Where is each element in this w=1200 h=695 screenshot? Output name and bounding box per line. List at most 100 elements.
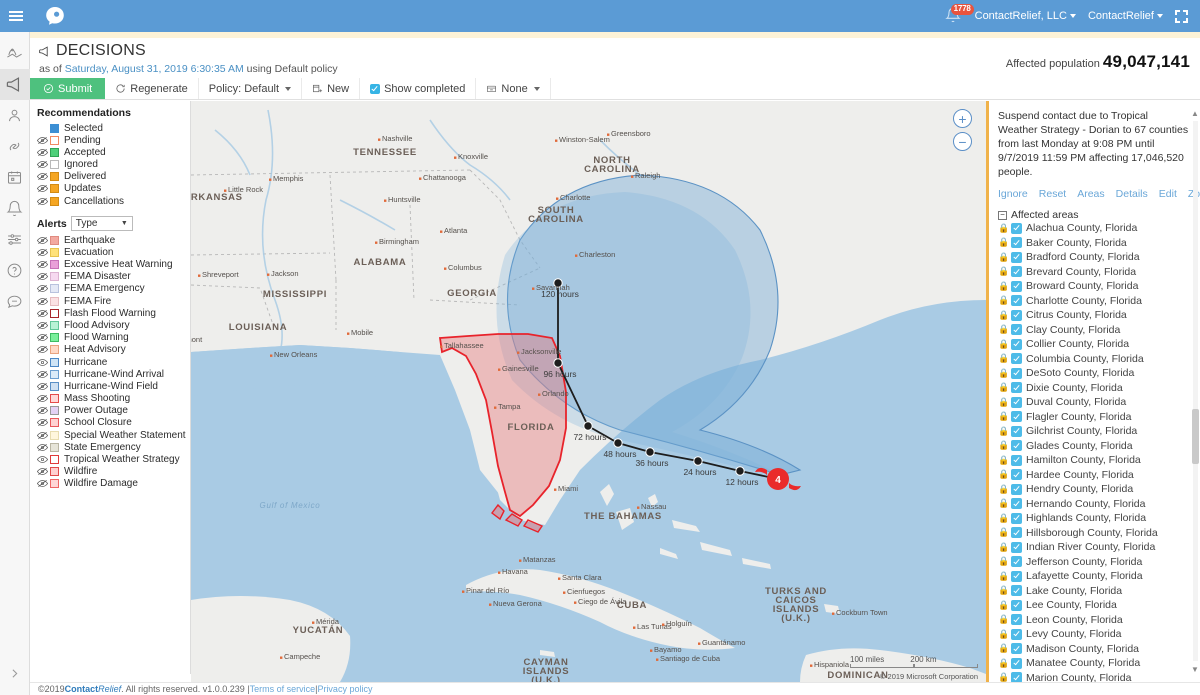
- show-completed-checkbox[interactable]: [370, 83, 381, 94]
- county-checkbox[interactable]: [1011, 570, 1022, 582]
- county-checkbox[interactable]: [1011, 280, 1022, 292]
- county-row[interactable]: 🔒 Lee County, Florida: [998, 598, 1190, 613]
- county-row[interactable]: 🔒 Dixie County, Florida: [998, 381, 1190, 396]
- county-checkbox[interactable]: [1011, 222, 1022, 234]
- subtitle-date-link[interactable]: Saturday, August 31, 2019 6:30:35 AM: [65, 63, 244, 75]
- expand-icon[interactable]: [1175, 9, 1188, 23]
- visibility-toggle-icon[interactable]: [37, 406, 50, 415]
- none-dropdown[interactable]: None: [476, 78, 551, 99]
- county-row[interactable]: 🔒 Levy County, Florida: [998, 627, 1190, 642]
- county-row[interactable]: 🔒 Madison County, Florida: [998, 642, 1190, 657]
- county-checkbox[interactable]: [1011, 382, 1022, 394]
- county-row[interactable]: 🔒 Clay County, Florida: [998, 323, 1190, 338]
- recommendation-row[interactable]: Selected: [37, 122, 190, 134]
- county-row[interactable]: 🔒 Hernando County, Florida: [998, 497, 1190, 512]
- county-checkbox[interactable]: [1011, 483, 1022, 495]
- county-row[interactable]: 🔒 Duval County, Florida: [998, 395, 1190, 410]
- visibility-toggle-icon[interactable]: [37, 236, 50, 245]
- county-row[interactable]: 🔒 Flagler County, Florida: [998, 410, 1190, 425]
- recommendation-row[interactable]: Delivered: [37, 171, 190, 183]
- county-row[interactable]: 🔒 Indian River County, Florida: [998, 540, 1190, 555]
- county-row[interactable]: 🔒 Manatee County, Florida: [998, 656, 1190, 671]
- visibility-toggle-icon[interactable]: [37, 197, 50, 206]
- track-point[interactable]: [613, 438, 623, 448]
- county-checkbox[interactable]: [1011, 556, 1022, 568]
- action-link-edit[interactable]: Edit: [1159, 188, 1177, 200]
- zoom-out-button[interactable]: −: [953, 132, 972, 151]
- sidebar-item-map[interactable]: [0, 38, 30, 69]
- visibility-toggle-icon[interactable]: [37, 345, 50, 354]
- visibility-toggle-icon[interactable]: [37, 333, 50, 342]
- recommendation-row[interactable]: Accepted: [37, 146, 190, 158]
- alert-row[interactable]: Evacuation: [37, 246, 190, 258]
- county-checkbox[interactable]: [1011, 643, 1022, 655]
- county-row[interactable]: 🔒 Lake County, Florida: [998, 584, 1190, 599]
- visibility-toggle-icon[interactable]: [37, 184, 50, 193]
- county-row[interactable]: 🔒 Highlands County, Florida: [998, 511, 1190, 526]
- county-row[interactable]: 🔒 Hardee County, Florida: [998, 468, 1190, 483]
- county-checkbox[interactable]: [1011, 425, 1022, 437]
- alert-row[interactable]: Flood Advisory: [37, 319, 190, 331]
- county-checkbox[interactable]: [1011, 614, 1022, 626]
- county-row[interactable]: 🔒 DeSoto County, Florida: [998, 366, 1190, 381]
- user-menu[interactable]: ContactRelief: [1088, 10, 1163, 22]
- track-point[interactable]: [583, 421, 593, 431]
- county-checkbox[interactable]: [1011, 237, 1022, 249]
- track-point[interactable]: [693, 456, 703, 466]
- county-checkbox[interactable]: [1011, 454, 1022, 466]
- county-row[interactable]: 🔒 Hillsborough County, Florida: [998, 526, 1190, 541]
- org-selector[interactable]: ContactRelief, LLC: [975, 10, 1076, 22]
- county-checkbox[interactable]: [1011, 585, 1022, 597]
- sidebar-item-contacts[interactable]: [0, 100, 30, 131]
- visibility-toggle-icon[interactable]: [37, 467, 50, 476]
- county-row[interactable]: 🔒 Charlotte County, Florida: [998, 294, 1190, 309]
- alerts-type-filter[interactable]: Type ▼: [70, 216, 133, 232]
- visibility-toggle-icon[interactable]: [37, 136, 50, 145]
- visibility-toggle-icon[interactable]: [37, 479, 50, 488]
- visibility-toggle-icon[interactable]: [37, 309, 50, 318]
- track-point[interactable]: [645, 447, 655, 457]
- affected-areas-header[interactable]: − Affected areas: [998, 209, 1190, 221]
- submit-button[interactable]: Submit: [30, 78, 106, 99]
- county-row[interactable]: 🔒 Citrus County, Florida: [998, 308, 1190, 323]
- visibility-toggle-icon[interactable]: [37, 297, 50, 306]
- county-checkbox[interactable]: [1011, 396, 1022, 408]
- action-link-details[interactable]: Details: [1116, 188, 1148, 200]
- alert-row[interactable]: Mass Shooting: [37, 393, 190, 405]
- visibility-toggle-icon[interactable]: [37, 260, 50, 269]
- panel-scrollbar[interactable]: ▲ ▼: [1191, 109, 1199, 674]
- county-checkbox[interactable]: [1011, 498, 1022, 510]
- county-row[interactable]: 🔒 Broward County, Florida: [998, 279, 1190, 294]
- county-checkbox[interactable]: [1011, 527, 1022, 539]
- regenerate-button[interactable]: Regenerate: [105, 78, 199, 99]
- action-link-ignore[interactable]: Ignore: [998, 188, 1028, 200]
- terms-link[interactable]: Terms of service: [250, 684, 316, 694]
- action-link-areas[interactable]: Areas: [1077, 188, 1104, 200]
- visibility-toggle-icon[interactable]: [37, 394, 50, 403]
- alert-row[interactable]: Flash Flood Warning: [37, 307, 190, 319]
- collapse-icon[interactable]: −: [998, 210, 1007, 220]
- county-checkbox[interactable]: [1011, 324, 1022, 336]
- alert-row[interactable]: Special Weather Statement: [37, 429, 190, 441]
- sidebar-item-alerts[interactable]: [0, 193, 30, 224]
- sidebar-item-help[interactable]: [0, 255, 30, 286]
- county-checkbox[interactable]: [1011, 657, 1022, 669]
- alert-row[interactable]: Flood Warning: [37, 332, 190, 344]
- action-link-reset[interactable]: Reset: [1039, 188, 1066, 200]
- zoom-in-button[interactable]: +: [953, 109, 972, 128]
- county-checkbox[interactable]: [1011, 541, 1022, 553]
- track-point[interactable]: [553, 358, 563, 368]
- show-completed-toggle[interactable]: Show completed: [360, 78, 477, 99]
- visibility-toggle-icon[interactable]: [37, 455, 50, 464]
- alert-row[interactable]: Heat Advisory: [37, 344, 190, 356]
- visibility-toggle-icon[interactable]: [37, 358, 50, 367]
- county-row[interactable]: 🔒 Glades County, Florida: [998, 439, 1190, 454]
- visibility-toggle-icon[interactable]: [37, 431, 50, 440]
- county-row[interactable]: 🔒 Lafayette County, Florida: [998, 569, 1190, 584]
- sidebar-item-decisions[interactable]: [0, 69, 30, 100]
- county-row[interactable]: 🔒 Bradford County, Florida: [998, 250, 1190, 265]
- privacy-link[interactable]: Privacy policy: [317, 684, 372, 694]
- alert-row[interactable]: State Emergency: [37, 441, 190, 453]
- alert-row[interactable]: Hurricane-Wind Arrival: [37, 368, 190, 380]
- alert-row[interactable]: Power Outage: [37, 405, 190, 417]
